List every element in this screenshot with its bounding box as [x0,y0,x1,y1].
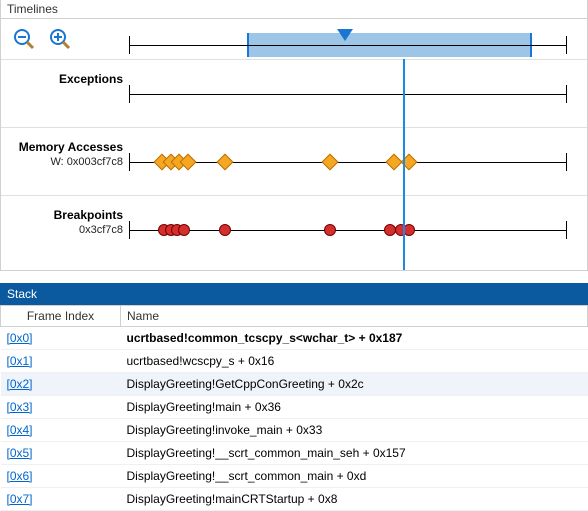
timeline-subtitle: W: 0x003cf7c8 [1,156,123,168]
overview-playhead-icon[interactable] [337,29,353,41]
timeline-subtitle: 0x3cf7c8 [1,224,123,236]
frame-index-link[interactable]: [0x7] [7,492,33,506]
overview-tick-end [566,36,567,54]
breakpoint-marker-icon[interactable] [178,224,190,236]
timelines-body: Exceptions Memory Accesses W: 0x003cf7c8 Br… [0,19,588,271]
zoom-out-button[interactable] [11,26,37,52]
table-row[interactable]: [0x4] DisplayGreeting!invoke_main + 0x33 [1,419,588,442]
frame-name: DisplayGreeting!GetCppConGreeting + 0x2c [121,373,588,396]
timeline-track[interactable] [129,60,567,127]
timeline-row: Breakpoints 0x3cf7c8 [1,195,587,263]
timelines-panel-title: Timelines [0,0,588,19]
table-row[interactable]: [0x5] DisplayGreeting!__scrt_common_main_… [1,442,588,465]
stack-panel-title: Stack [0,283,588,305]
timeline-title: Breakpoints [1,208,123,222]
frame-index-link[interactable]: [0x4] [7,423,33,437]
overview-axis [129,45,567,46]
table-row[interactable]: [0x7] DisplayGreeting!mainCRTStartup + 0x… [1,488,588,511]
frame-index-link[interactable]: [0x2] [7,377,33,391]
table-row[interactable]: [0x2] DisplayGreeting!GetCppConGreeting +… [1,373,588,396]
track-tick-end [566,221,567,239]
table-row[interactable]: [0x1] ucrtbased!wcscpy_s + 0x16 [1,350,588,373]
col-frame-index[interactable]: Frame Index [1,306,121,327]
overview-track[interactable] [129,33,567,59]
memory-access-marker-icon[interactable] [217,154,234,171]
track-tick-start [129,85,130,103]
table-row[interactable]: [0x3] DisplayGreeting!main + 0x36 [1,396,588,419]
timeline-row: Memory Accesses W: 0x003cf7c8 [1,127,587,195]
track-tick-start [129,153,130,171]
memory-access-marker-icon[interactable] [322,154,339,171]
frame-name: DisplayGreeting!invoke_main + 0x33 [121,419,588,442]
timeline-track[interactable] [129,196,567,263]
timeline-row: Exceptions [1,59,587,127]
frame-name: DisplayGreeting!__scrt_common_main + 0xd [121,465,588,488]
timeline-title: Exceptions [1,72,123,86]
frame-name: ucrtbased!wcscpy_s + 0x16 [121,350,588,373]
frame-index-link[interactable]: [0x1] [7,354,33,368]
frame-name: ucrtbased!common_tcscpy_s<wchar_t> + 0x1… [121,327,588,350]
frame-name: DisplayGreeting!main + 0x36 [121,396,588,419]
track-tick-end [566,85,567,103]
breakpoint-marker-icon[interactable] [219,224,231,236]
frame-name: DisplayGreeting!mainCRTStartup + 0x8 [121,488,588,511]
frame-index-link[interactable]: [0x3] [7,400,33,414]
timeline-labels: Exceptions [1,60,129,127]
col-name[interactable]: Name [121,306,588,327]
overview-tick-start [129,36,130,54]
frame-name: DisplayGreeting!__scrt_common_main_seh +… [121,442,588,465]
track-axis [129,230,567,231]
timeline-labels: Memory Accesses W: 0x003cf7c8 [1,128,129,195]
track-tick-start [129,221,130,239]
breakpoint-marker-icon[interactable] [324,224,336,236]
frame-index-link[interactable]: [0x5] [7,446,33,460]
track-axis [129,94,567,95]
track-tick-end [566,153,567,171]
frame-index-link[interactable]: [0x6] [7,469,33,483]
playhead-line[interactable] [403,59,405,270]
timeline-track[interactable] [129,128,567,195]
stack-table: Frame Index Name [0x0] ucrtbased!common_t… [0,305,588,511]
timeline-title: Memory Accesses [1,140,123,154]
timelines-toolbar [1,19,587,59]
table-row[interactable]: [0x0] ucrtbased!common_tcscpy_s<wchar_t> … [1,327,588,350]
frame-index-link[interactable]: [0x0] [7,331,33,345]
zoom-in-button[interactable] [47,26,73,52]
table-row[interactable]: [0x6] DisplayGreeting!__scrt_common_main … [1,465,588,488]
breakpoint-marker-icon[interactable] [403,224,415,236]
timeline-labels: Breakpoints 0x3cf7c8 [1,196,129,263]
